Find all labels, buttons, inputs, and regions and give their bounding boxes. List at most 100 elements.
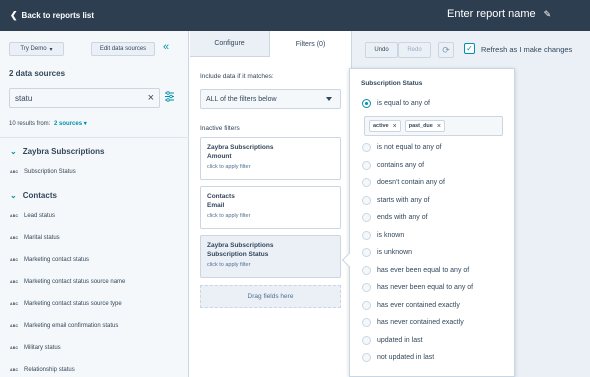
redo-button[interactable]: Redo xyxy=(398,42,431,58)
property-item[interactable]: ABC Marketing contact status source name xyxy=(10,279,125,285)
radio-icon xyxy=(362,336,371,345)
option-label: is unknown xyxy=(377,249,413,256)
filter-property: Email xyxy=(207,202,225,209)
edit-data-sources-button[interactable]: Edit data sources xyxy=(91,42,155,56)
option-label: has ever contained exactly xyxy=(377,302,460,309)
property-item[interactable]: ABC Subscription Status xyxy=(10,169,76,175)
sources-dropdown-link[interactable]: 2 sources ▾ xyxy=(54,121,87,127)
filter-property: Subscription Status xyxy=(207,251,269,258)
option-label: not updated in last xyxy=(377,354,435,361)
collapse-panel-icon[interactable]: « xyxy=(163,41,169,53)
radio-icon xyxy=(362,231,371,240)
text-type-icon: ABC xyxy=(10,346,19,350)
report-name-field[interactable]: Enter report name ✎ xyxy=(447,8,551,20)
match-type-value: ALL of the filters below xyxy=(206,95,277,103)
try-demo-button[interactable]: Try Demo ▾ xyxy=(9,42,64,56)
text-type-icon: ABC xyxy=(10,324,19,328)
property-label: Marketing contact status source type xyxy=(24,301,122,307)
pencil-icon[interactable]: ✎ xyxy=(544,9,552,20)
refresh-icon[interactable]: ⟳ xyxy=(438,42,454,58)
operator-option[interactable]: is not equal to any of xyxy=(362,143,442,152)
value-tag: active × xyxy=(369,120,401,132)
filter-hint: click to apply filter xyxy=(207,213,251,219)
operator-option[interactable]: has ever been equal to any of xyxy=(362,266,469,275)
popover-title: Subscription Status xyxy=(361,80,423,87)
property-item[interactable]: ABC Marketing email confirmation status xyxy=(10,323,118,329)
operator-option[interactable]: not updated in last xyxy=(362,353,434,362)
group-name: Contacts xyxy=(22,191,57,200)
data-sources-panel: Try Demo ▾ Edit data sources « 2 data so… xyxy=(0,31,189,377)
property-label: Marital status xyxy=(24,235,60,241)
report-name-text: Enter report name xyxy=(447,8,536,20)
operator-option[interactable]: is known xyxy=(362,231,404,240)
text-type-icon: ABC xyxy=(10,280,19,284)
tab-configure[interactable]: Configure xyxy=(190,31,270,57)
filter-property: Amount xyxy=(207,153,232,160)
operator-option[interactable]: has never contained exactly xyxy=(362,318,464,327)
radio-icon xyxy=(362,196,371,205)
operator-option[interactable]: ends with any of xyxy=(362,213,428,222)
filter-settings-icon[interactable] xyxy=(165,91,174,102)
undo-button[interactable]: Undo xyxy=(365,42,398,58)
remove-tag-icon[interactable]: × xyxy=(437,123,441,130)
operator-option[interactable]: is unknown xyxy=(362,248,412,257)
filters-panel: Configure Filters (0) Include data if it… xyxy=(190,31,351,377)
operator-option[interactable]: contains any of xyxy=(362,161,424,170)
radio-icon xyxy=(362,213,371,222)
try-demo-label: Try Demo xyxy=(20,46,47,52)
text-type-icon: ABC xyxy=(10,214,19,218)
caret-down-icon xyxy=(326,97,332,101)
filter-popover: Subscription Status is equal to any of a… xyxy=(341,68,515,377)
filter-source: Zaybra Subscriptions xyxy=(207,144,274,151)
results-prefix: 10 results from: xyxy=(9,121,51,127)
include-data-label: Include data if it matches: xyxy=(200,73,274,80)
drag-fields-dropzone[interactable]: Drag fields here xyxy=(200,285,341,308)
option-label: is not equal to any of xyxy=(377,144,442,151)
option-label: ends with any of xyxy=(377,214,428,221)
sources-link-label: 2 sources xyxy=(54,121,83,127)
back-to-reports-link[interactable]: ❮ Back to reports list xyxy=(10,10,94,21)
text-type-icon: ABC xyxy=(10,258,19,262)
radio-icon xyxy=(362,318,371,327)
text-type-icon: ABC xyxy=(10,302,19,306)
filter-hint: click to apply filter xyxy=(207,262,251,268)
property-item[interactable]: ABC Military status xyxy=(10,345,61,351)
property-search-input[interactable]: statu × xyxy=(9,88,160,108)
tab-filters[interactable]: Filters (0) xyxy=(270,31,351,57)
clear-search-icon[interactable]: × xyxy=(148,92,154,104)
operator-option[interactable]: doesn't contain any of xyxy=(362,178,445,187)
radio-icon xyxy=(362,178,371,187)
property-item[interactable]: ABC Relationship status xyxy=(10,367,75,373)
caret-down-icon: ▾ xyxy=(49,46,53,53)
group-zaybra-subscriptions[interactable]: ⌄ Zaybra Subscriptions xyxy=(10,147,105,156)
search-value: statu xyxy=(15,94,33,103)
results-summary: 10 results from: 2 sources ▾ xyxy=(9,120,87,127)
property-item[interactable]: ABC Marketing contact status source type xyxy=(10,301,122,307)
property-item[interactable]: ABC Marital status xyxy=(10,235,60,241)
option-label: has ever been equal to any of xyxy=(377,267,470,274)
filter-card[interactable]: Zaybra Subscriptions Amount click to app… xyxy=(200,137,341,180)
property-label: Lead status xyxy=(24,213,56,219)
radio-icon xyxy=(362,301,371,310)
refresh-checkbox[interactable]: ✓ xyxy=(464,43,475,54)
refresh-label: Refresh as I make changes xyxy=(481,45,573,54)
property-item[interactable]: ABC Lead status xyxy=(10,213,55,219)
filter-card[interactable]: Contacts Email click to apply filter xyxy=(200,186,341,229)
operator-option[interactable]: has never been equal to any of xyxy=(362,283,473,292)
remove-tag-icon[interactable]: × xyxy=(393,123,397,130)
property-label: Relationship status xyxy=(24,367,75,373)
operator-option[interactable]: starts with any of xyxy=(362,196,430,205)
operator-option[interactable]: updated in last xyxy=(362,336,423,345)
match-type-select[interactable]: ALL of the filters below xyxy=(200,89,341,109)
text-type-icon: ABC xyxy=(10,236,19,240)
panel-tabs: Configure Filters (0) xyxy=(190,31,351,57)
property-item[interactable]: ABC Marketing contact status xyxy=(10,257,89,263)
filter-card-selected[interactable]: Zaybra Subscriptions Subscription Status… xyxy=(200,235,341,278)
operator-option-selected[interactable]: is equal to any of xyxy=(362,99,430,108)
property-label: Military status xyxy=(24,345,61,351)
values-input[interactable]: active × past_due × xyxy=(364,116,503,136)
radio-icon xyxy=(362,143,371,152)
group-contacts[interactable]: ⌄ Contacts xyxy=(10,191,57,200)
operator-option[interactable]: has ever contained exactly xyxy=(362,301,460,310)
tag-label: past_due xyxy=(408,123,433,129)
